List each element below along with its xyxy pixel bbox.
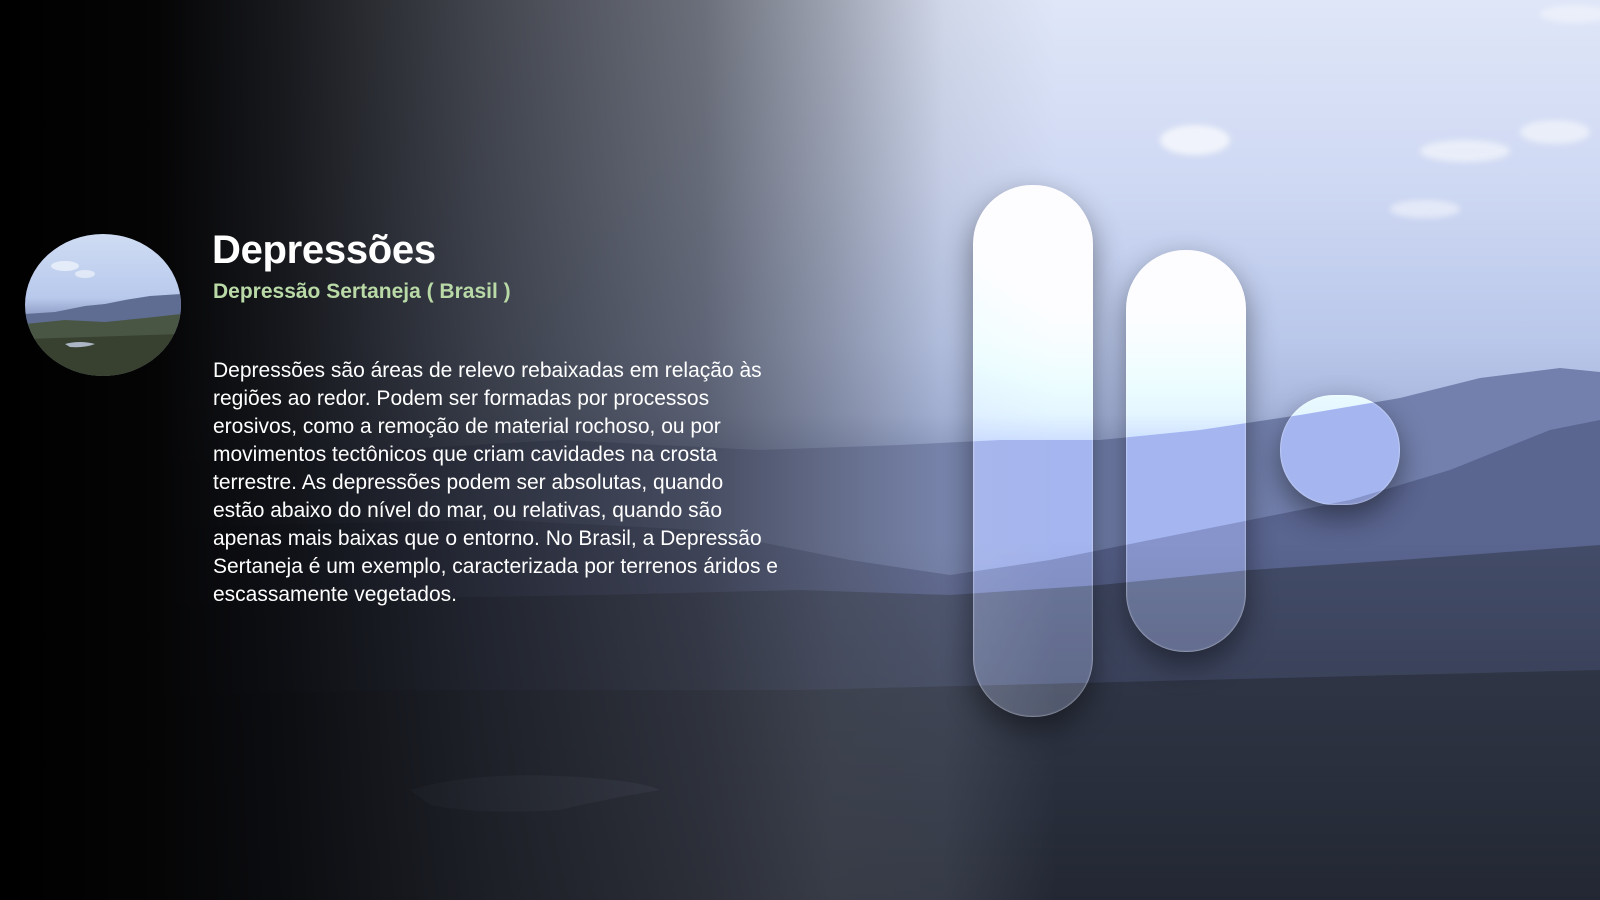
landscape-thumbnail-image [25,234,181,376]
page-title: Depressões [212,228,436,272]
description-paragraph: Depressões são áreas de relevo rebaixada… [213,359,778,606]
tall-pill-shape [973,185,1093,717]
thumbnail-landscape-drawing [25,261,181,376]
medium-pill-shape [1126,250,1246,652]
subtitle: Depressão Sertaneja ( Brasil ) [213,280,511,303]
round-dot-shape [1280,395,1400,505]
